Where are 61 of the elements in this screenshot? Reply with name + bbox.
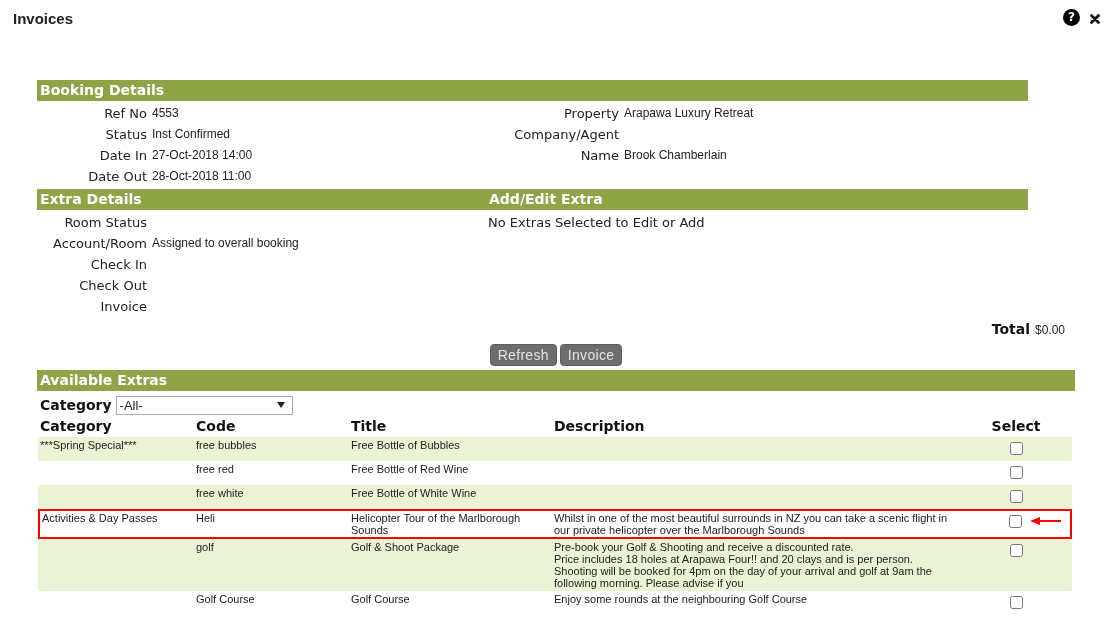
table-cell-text: Enjoy some rounds at the neighbouring Golf Course — [553, 592, 809, 607]
table-cell: Pre-book your Golf & Shooting and receive a discounted rate. Price includes 18 holes at Arapawa Four!! and 20 clays and is per person. Shooting will be booked for 4pm on the day of your arrival and golf at 9am the following morning. Please advise if you — [552, 539, 960, 591]
field-value: Brook Chamberlain — [623, 147, 727, 164]
checkbox[interactable] — [1009, 490, 1023, 503]
checkbox[interactable] — [1009, 466, 1023, 479]
section-header: Available Extras — [37, 370, 1075, 391]
field-label: Ref No — [104, 105, 147, 123]
action-button[interactable]: Invoice — [559, 344, 623, 366]
field-value: Assigned to overall booking — [151, 235, 299, 252]
field-value: Inst Confirmed — [151, 126, 231, 143]
field-label: Property — [564, 105, 619, 123]
table-cell: free white — [194, 485, 349, 509]
field-label: Status — [105, 126, 147, 144]
column-header: Description — [553, 417, 646, 436]
table-cell-text: Free Bottle of Red Wine — [350, 462, 470, 477]
field-value: 27-Oct-2018 14:00 — [151, 147, 253, 164]
arrow-icon — [1030, 517, 1062, 525]
caret-icon — [276, 402, 285, 408]
window-title: Invoices — [13, 10, 74, 28]
field-value: 28-Oct-2018 11:00 — [151, 168, 252, 185]
table-cell-text: Golf Course — [350, 592, 411, 607]
field-label: Invoice — [100, 298, 147, 316]
table-cell: Whilst in one of the most beautiful surrounds in NZ you can take a scenic flight in our private helicopter over the Marlborough Sounds — [552, 509, 960, 539]
column-header: Code — [195, 417, 237, 436]
field-label: Check In — [90, 256, 147, 274]
table-cell: ***Spring Special*** — [38, 437, 194, 461]
field-label: Account/Room — [53, 235, 147, 253]
checkbox[interactable] — [1009, 596, 1023, 609]
table-cell-text: free red — [195, 462, 235, 477]
column-header: Select — [990, 417, 1042, 436]
help-button[interactable]: ? — [1063, 9, 1080, 26]
table-cell: Golf & Shoot Package — [349, 539, 552, 591]
close-icon[interactable] — [1090, 14, 1100, 24]
action-button[interactable]: Refresh — [489, 344, 557, 366]
field-value: 4553 — [151, 105, 179, 122]
field-label: Date Out — [88, 168, 147, 186]
field-value: Arapawa Luxury Retreat — [623, 105, 754, 122]
column-header: Category — [39, 417, 113, 436]
table-cell: Free Bottle of White Wine — [349, 485, 552, 509]
field-label: Check Out — [79, 277, 147, 295]
table-cell: Free Bottle of Bubbles — [349, 437, 552, 461]
total-label: Total — [991, 320, 1030, 339]
table-cell-text: Golf Course — [195, 592, 256, 607]
table-cell: free bubbles — [194, 437, 349, 461]
field-label: Name — [580, 147, 619, 165]
section-header: Booking Details — [37, 80, 1028, 101]
checkbox[interactable] — [1009, 544, 1023, 557]
filter-label: Category — [40, 396, 112, 415]
table-cell: golf — [194, 539, 349, 591]
empty-message: No Extras Selected to Edit or Add — [488, 214, 706, 232]
field-label: Room Status — [64, 214, 147, 232]
column-header: Title — [350, 417, 388, 436]
category-select[interactable]: -All- — [115, 395, 293, 415]
total-value: $0.00 — [1034, 322, 1065, 339]
checkbox[interactable] — [1008, 515, 1022, 528]
field-label: Company/Agent — [514, 126, 619, 144]
table-cell: Activities & Day Passes — [38, 509, 194, 539]
checkbox[interactable] — [1009, 442, 1023, 455]
section-header: Add/Edit Extra — [486, 189, 1028, 210]
section-header: Extra Details — [37, 189, 486, 210]
field-label: Date In — [99, 147, 147, 165]
